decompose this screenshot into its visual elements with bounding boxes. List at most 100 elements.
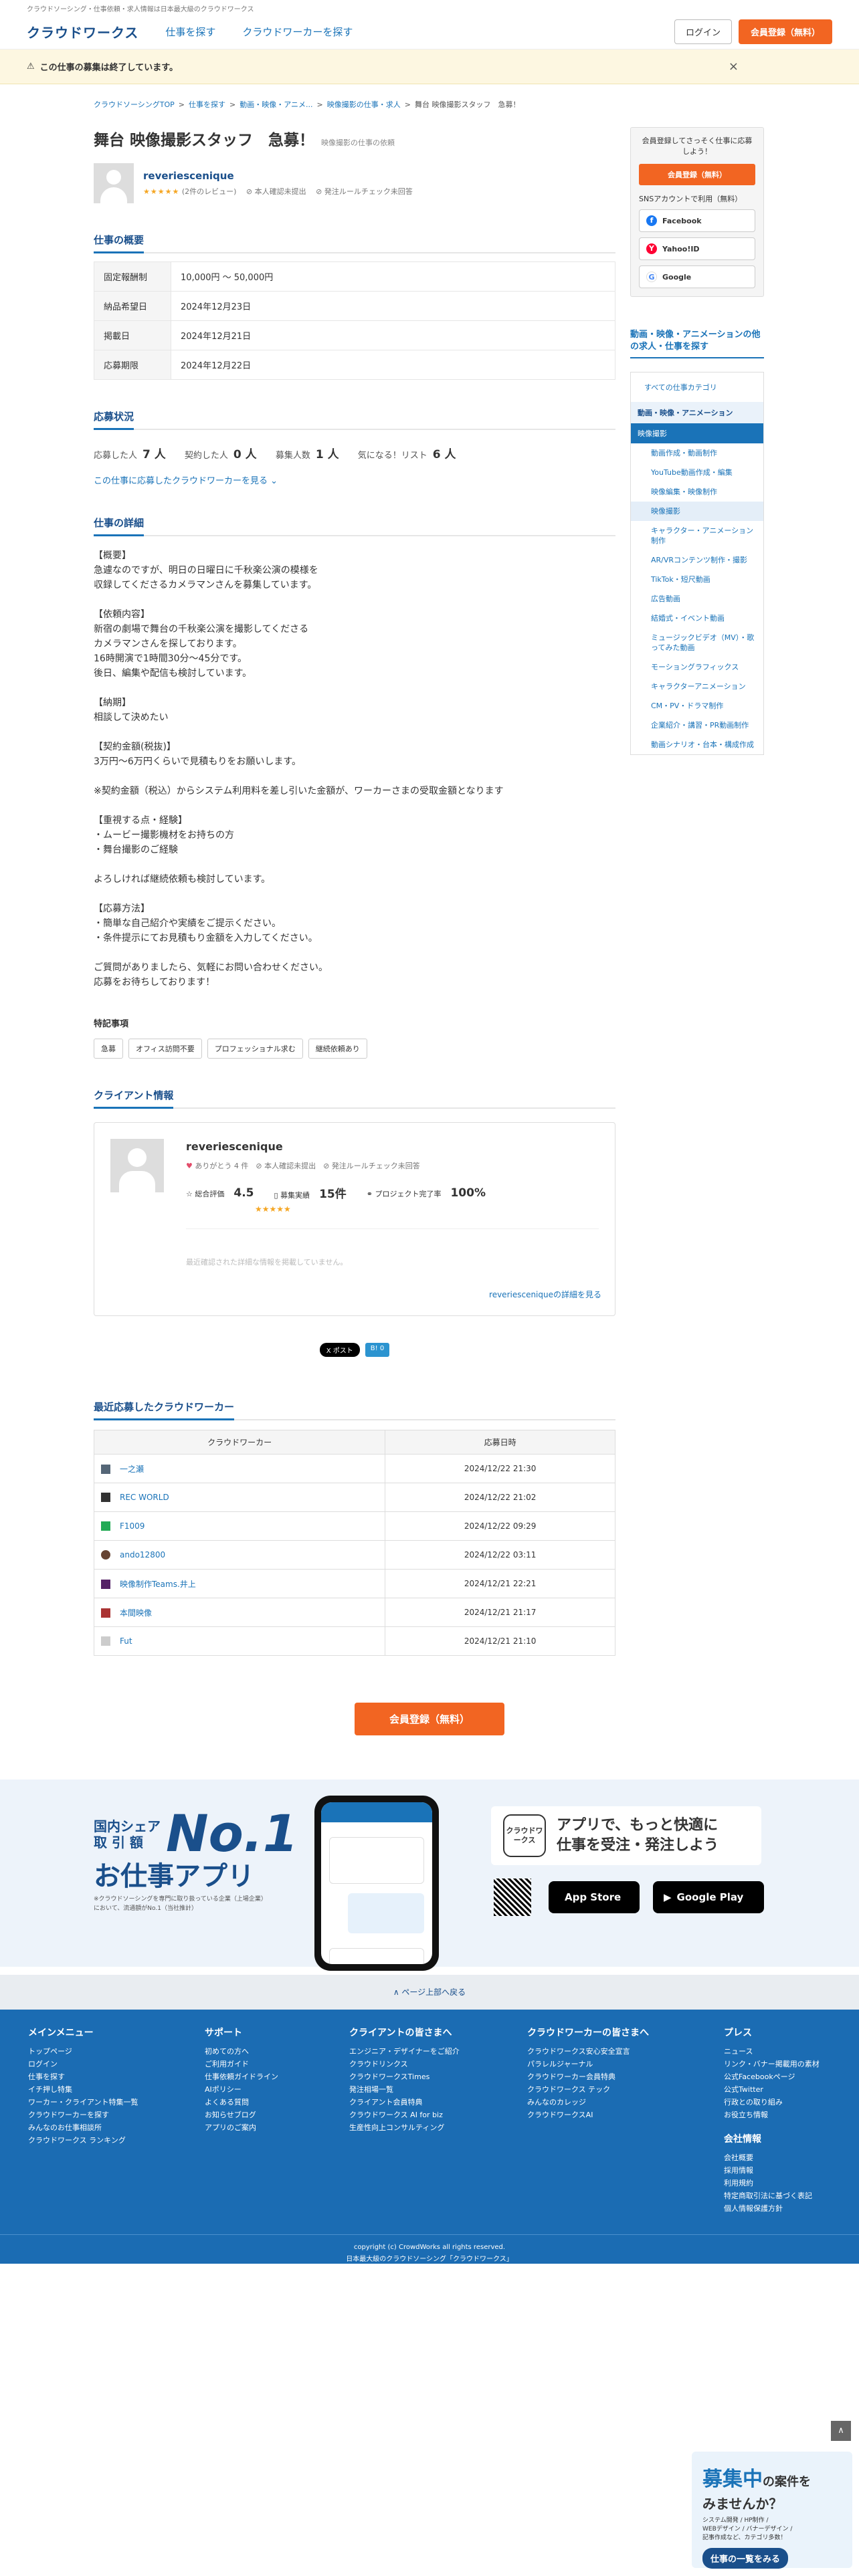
rating-stars: ★★★★★	[143, 187, 180, 196]
job-list-button[interactable]: 仕事の一覧をみる	[702, 2548, 789, 2569]
play-icon: ▶	[664, 1891, 672, 1903]
category-item[interactable]: キャラクター・アニメーション制作	[631, 521, 763, 550]
phone-mockup	[314, 1796, 439, 1971]
app-name: お仕事アプリ	[94, 1861, 254, 1892]
yahoo-icon: Y	[646, 243, 657, 254]
category-item[interactable]: YouTube動画作成・編集	[631, 463, 763, 482]
footer-col-workers: クラウドワーカーの皆さまへ クラウドワークス安心安全宣言 パラレルジャーナル クラウ…	[527, 2028, 649, 2119]
x-post-button[interactable]: X ポスト	[319, 1343, 360, 1357]
breadcrumb-item[interactable]: クラウドソーシングTOP	[94, 99, 175, 110]
worker-avatar	[101, 1636, 110, 1646]
category-item[interactable]: 動画作成・動画制作	[631, 443, 763, 463]
review-count: (2件のレビュー)	[181, 187, 237, 196]
scroll-top-icon[interactable]: ∧	[831, 2421, 851, 2441]
app-tagline: アプリで、もっと快適に 仕事を受注・発注しよう	[557, 1817, 719, 1854]
side-register-button[interactable]: 会員登録（無料）	[639, 164, 755, 185]
worker-avatar	[101, 1465, 110, 1474]
category-item[interactable]: CM・PV・ドラマ制作	[631, 696, 763, 716]
category-item[interactable]: ミュージックビデオ（MV）・歌ってみた動画	[631, 628, 763, 657]
table-row: REC WORLD 2024/12/22 21:02	[93, 1483, 615, 1512]
yahoo-login-button[interactable]: Y Yahoo!ID	[639, 237, 755, 260]
all-categories-link[interactable]: すべての仕事カテゴリ	[631, 372, 763, 402]
nav-find-jobs[interactable]: 仕事を探す	[165, 25, 215, 39]
facebook-icon: f	[646, 215, 657, 226]
breadcrumb-item[interactable]: 仕事を探す	[189, 99, 225, 110]
identity-status: ⊘ 本人確認未提出	[246, 187, 306, 196]
category-item[interactable]: TikTok・短尺動画	[631, 570, 763, 589]
rules-status: ⊘ 発注ルールチェック未回答	[316, 187, 413, 196]
footer-col-clients: クライアントの皆さまへ エンジニア・デザイナーをご紹介 クラウドリンクス クラウドワ…	[349, 2028, 460, 2132]
app-share-text: 国内シェア 取 引 額	[94, 1818, 161, 1850]
tag: オフィス訪問不要	[128, 1039, 202, 1059]
worker-avatar	[101, 1580, 110, 1589]
category-list: すべての仕事カテゴリ 動画・映像・アニメーション 映像撮影 動画作成・動画制作 …	[630, 372, 764, 755]
view-applicants-link[interactable]: この仕事に応募したクラウドワーカーを見る ⌄	[94, 476, 278, 486]
register-button[interactable]: 会員登録（無料）	[738, 19, 832, 44]
notice-text: この仕事の募集は終了しています。	[39, 63, 178, 73]
copyright: copyright (c) CrowdWorks all rights rese…	[353, 2244, 506, 2251]
client-heading: クライアント情報	[94, 1088, 615, 1109]
category-item[interactable]: モーショングラフィックス	[631, 657, 763, 677]
client-name[interactable]: reveriescenique	[186, 1140, 283, 1153]
category-current[interactable]: 映像撮影	[631, 423, 763, 443]
category-item[interactable]: AR/VRコンテンツ制作・撮影	[631, 550, 763, 570]
tag: 急募	[94, 1039, 123, 1059]
close-icon[interactable]: ×	[729, 60, 739, 74]
category-item[interactable]: 映像編集・映像制作	[631, 482, 763, 502]
sidebar: 会員登録してさっそく仕事に応募しよう！ 会員登録（無料） SNSアカウントで利用…	[630, 127, 764, 755]
global-nav: 仕事を探す クラウドワーカーを探す	[165, 25, 353, 39]
client-name-link[interactable]: reveriescenique	[143, 170, 234, 182]
client-detail-link[interactable]: reveriesceniqueの詳細を見る	[489, 1289, 601, 1300]
app-store-button[interactable]: App Store	[549, 1881, 640, 1913]
bottom-register-button[interactable]: 会員登録（無料）	[354, 1703, 504, 1735]
handshake-icon: ⚭	[366, 1189, 373, 1198]
app-tagline-box: クラウドワークス アプリで、もっと快適に 仕事を受注・発注しよう	[491, 1806, 761, 1865]
rating-stars: ★★★★★	[255, 1204, 291, 1214]
tag: 継続依頼あり	[308, 1039, 367, 1059]
applicants-table: クラウドワーカー 応募日時 一之瀬 2024/12/22 21:30 REC WOR…	[93, 1430, 615, 1656]
category-item[interactable]: キャラクターアニメーション	[631, 677, 763, 696]
table-row: 本間映像 2024/12/21 21:17	[93, 1598, 615, 1627]
google-play-button[interactable]: ▶ Google Play	[653, 1881, 764, 1913]
facebook-login-button[interactable]: f Facebook	[639, 209, 755, 232]
overview-heading: 仕事の概要	[94, 233, 615, 253]
footer: メインメニュー トップページ ログイン 仕事を探す イチ押し特集 ワーカー・クライアント…	[0, 2010, 859, 2264]
category-item[interactable]: 広告動画	[631, 589, 763, 609]
page-title: 舞台 映像撮影スタッフ 急募！ 映像撮影の仕事の依頼	[94, 132, 395, 149]
job-description: 【概要】 急遽なのですが、明日の日曜日に千秋楽公演の模様を 収録してくださるカメ…	[94, 550, 504, 988]
logo[interactable]: クラウドワークス	[27, 22, 138, 41]
avatar[interactable]	[110, 1139, 164, 1192]
feature-tags: 急募 オフィス訪問不要 プロフェッショナル求む 継続依頼あり	[94, 1039, 615, 1059]
login-button[interactable]: ログイン	[674, 19, 732, 44]
breadcrumb-item[interactable]: 動画・映像・アニメ...	[240, 99, 312, 110]
worker-avatar	[101, 1493, 110, 1503]
avatar[interactable]	[94, 163, 134, 203]
header: クラウドワークス 仕事を探す クラウドワーカーを探す ログイン 会員登録（無料）	[0, 15, 859, 49]
category-item[interactable]: 映像撮影	[631, 502, 763, 521]
qr-code	[494, 1879, 531, 1916]
category-item[interactable]: 企業紹介・講習・PR動画制作	[631, 716, 763, 735]
nav-find-workers[interactable]: クラウドワーカーを探す	[242, 25, 353, 39]
worker-avatar	[101, 1521, 110, 1531]
worker-avatar	[101, 1608, 110, 1618]
back-to-top-link[interactable]: ∧ ページ上部へ戻る	[0, 1975, 859, 2010]
app-note: ※クラウドソーシングを専門に取り扱っている企業（上場企業）において、流通額がNo…	[94, 1896, 267, 1912]
category-item[interactable]: 動画シナリオ・台本・構成作成	[631, 735, 763, 754]
tag: プロフェッショナル求む	[207, 1039, 303, 1059]
recruit-banner[interactable]: 募集中の案件を みませんか？ システム開発 / HP制作 / WEBデザイン /…	[692, 2452, 852, 2569]
client-card: reveriescenique ♥ ありがとう 4 件 ⊘ 本人確認未提出 ⊘ …	[94, 1122, 615, 1316]
footer-tagline: 日本最大級のクラウドソーシング「クラウドワークス」	[346, 2256, 513, 2263]
client-note: 最近確認された詳細な情報を掲載していません。	[186, 1258, 348, 1267]
client-stats: ☆ 総合評価 4.5 ▯ 募集実績 15件 ⚭ プロジェクト完了率 100%	[186, 1186, 486, 1202]
category-item[interactable]: 結婚式・イベント動画	[631, 609, 763, 628]
breadcrumb-item[interactable]: 映像撮影の仕事・求人	[327, 99, 401, 110]
warning-icon: ⚠	[27, 62, 35, 72]
google-login-button[interactable]: G Google	[639, 265, 755, 288]
job-category: 映像撮影の仕事の依頼	[321, 138, 395, 147]
table-row: 一之瀬 2024/12/22 21:30	[93, 1454, 615, 1483]
category-parent[interactable]: 動画・映像・アニメーション	[631, 402, 763, 423]
breadcrumb: クラウドソーシングTOP > 仕事を探す > 動画・映像・アニメ... > 映像撮影の…	[94, 99, 520, 110]
register-box: 会員登録してさっそく仕事に応募しよう！ 会員登録（無料） SNSアカウントで利用…	[630, 127, 764, 297]
hatena-button[interactable]: B! 0	[365, 1343, 390, 1357]
star-icon: ☆	[186, 1189, 193, 1198]
